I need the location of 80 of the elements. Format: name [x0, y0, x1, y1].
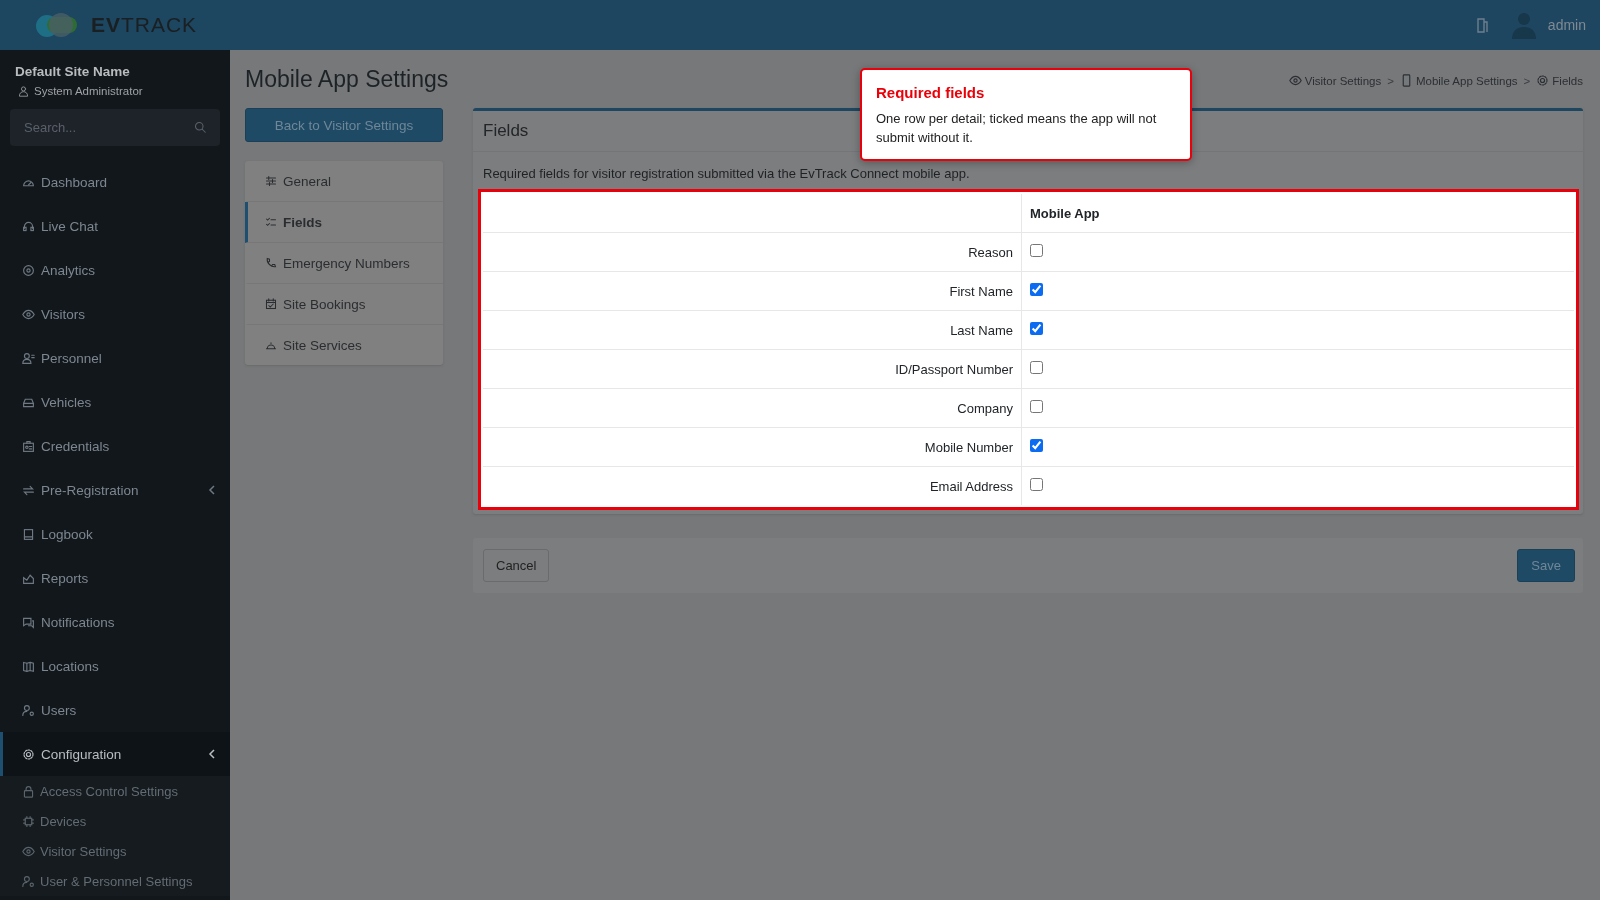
person-icon [22, 351, 35, 365]
settings-tab[interactable]: Fields [245, 202, 443, 243]
breadcrumb-link[interactable]: Fields [1552, 74, 1583, 87]
field-label: ID/Passport Number [483, 349, 1022, 389]
field-label: First Name [483, 271, 1022, 311]
column-header: Mobile App [1021, 194, 1574, 233]
user-role: System Administrator [34, 85, 143, 97]
breadcrumb-separator: > [1523, 74, 1531, 87]
save-button[interactable]: Save [1517, 549, 1575, 582]
sidebar-item[interactable]: Dashboard [0, 160, 230, 204]
bell-icon [265, 339, 277, 351]
back-button[interactable]: Back to Visitor Settings [245, 108, 443, 142]
field-label: Reason [483, 232, 1022, 272]
user-name[interactable]: admin [1547, 17, 1586, 33]
eye-icon [22, 307, 35, 321]
logo-text: EVTRACK [90, 13, 198, 37]
sidebar-item[interactable]: Vehicles [0, 380, 230, 424]
required-checkbox[interactable] [1030, 400, 1043, 413]
settings-tab[interactable]: Site Services [245, 325, 443, 365]
arrows-icon [22, 483, 35, 497]
headset-icon [22, 219, 35, 233]
gear-icon [22, 747, 35, 761]
sidebar-item[interactable]: Live Chat [0, 204, 230, 248]
sidebar-item[interactable]: Locations [0, 644, 230, 688]
lock-icon [22, 784, 35, 798]
cancel-button[interactable]: Cancel [483, 549, 550, 582]
eye-icon [22, 844, 35, 858]
page-title: Mobile App Settings [245, 66, 449, 93]
phone-icon [265, 257, 277, 269]
settings-tab[interactable]: Site Bookings [245, 284, 443, 325]
sidebar-item[interactable]: Configuration [0, 732, 230, 776]
search-icon [194, 121, 206, 133]
eye-icon [1288, 74, 1302, 87]
sidebar-item[interactable]: Analytics [0, 248, 230, 292]
breadcrumb-link[interactable]: Visitor Settings [1304, 74, 1382, 87]
required-checkbox[interactable] [1030, 283, 1043, 296]
users-icon [22, 703, 35, 717]
required-checkbox[interactable] [1030, 478, 1043, 491]
settings-tab[interactable]: General [245, 161, 443, 202]
required-checkbox[interactable] [1030, 361, 1043, 374]
users-icon [22, 874, 35, 888]
sidebar-item[interactable]: Notifications [0, 600, 230, 644]
target-icon [22, 263, 35, 277]
door-icon[interactable] [1475, 17, 1490, 33]
sidebar-item[interactable]: Reports [0, 556, 230, 600]
sliders-icon [265, 175, 277, 187]
submenu-item[interactable]: User & Personnel Settings [0, 866, 230, 896]
field-label: Last Name [483, 310, 1022, 350]
chip-icon [22, 814, 35, 828]
sidebar-item[interactable]: Credentials [0, 424, 230, 468]
submenu-item[interactable]: Access Control Settings [0, 776, 230, 806]
submenu-item[interactable]: Visitor Settings [0, 836, 230, 866]
site-name: Default Site Name [15, 64, 131, 79]
sidebar-item[interactable]: Users [0, 688, 230, 732]
calendar-icon [265, 298, 277, 310]
checklist-icon [265, 216, 277, 228]
book-icon [22, 527, 35, 541]
required-checkbox[interactable] [1030, 439, 1043, 452]
tooltip-text: One row per detail; ticked means the app will not submit without it. [876, 110, 1158, 147]
required-checkbox[interactable] [1030, 244, 1043, 257]
chat-icon [22, 615, 35, 629]
required-checkbox[interactable] [1030, 322, 1043, 335]
field-label: Company [483, 388, 1022, 428]
id-badge-icon [22, 439, 35, 453]
settings-tab[interactable]: Emergency Numbers [245, 243, 443, 284]
sidebar-item[interactable]: Logbook [0, 512, 230, 556]
gear-icon [1536, 74, 1550, 87]
sidebar-item[interactable]: Personnel [0, 336, 230, 380]
breadcrumb-link[interactable]: Mobile App Settings [1415, 74, 1518, 87]
breadcrumb-separator: > [1387, 74, 1394, 87]
map-icon [22, 659, 35, 673]
sidebar-item[interactable]: Visitors [0, 292, 230, 336]
field-label: Email Address [483, 466, 1022, 505]
search-field[interactable]: Search... [10, 109, 220, 146]
tooltip-title: Required fields [876, 84, 986, 101]
person-icon [18, 85, 29, 97]
submenu-item[interactable]: Devices [0, 806, 230, 836]
card-description: Required fields for visitor registration submitted via the EvTrack Connect mobile app. [482, 166, 971, 183]
sidebar-item[interactable]: Pre-Registration [0, 468, 230, 512]
field-label: Mobile Number [483, 427, 1022, 467]
